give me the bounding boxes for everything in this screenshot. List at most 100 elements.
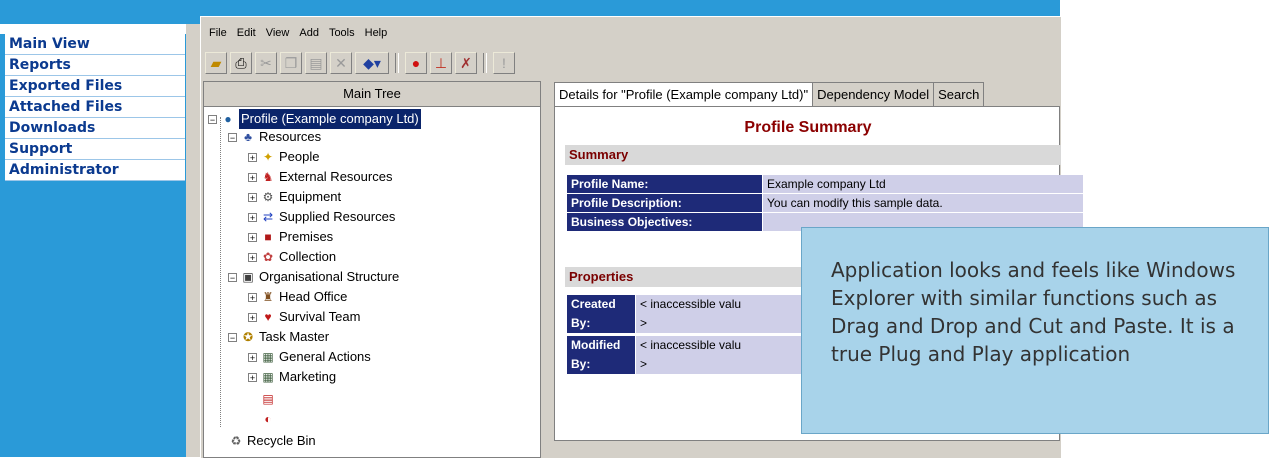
business-objectives-label: Business Objectives:: [567, 213, 763, 232]
tree-node-survival-team[interactable]: + ♥ Survival Team: [248, 307, 360, 327]
tree-node-head-office[interactable]: + ♜ Head Office: [248, 287, 347, 307]
tree-node-recycle-bin[interactable]: ♻ Recycle Bin: [228, 431, 316, 451]
nav-item-exported-files[interactable]: Exported Files: [5, 76, 185, 97]
tree-node-label: Resources: [259, 129, 322, 144]
nav-item-reports[interactable]: Reports: [5, 55, 185, 76]
profile-name-label: Profile Name:: [567, 175, 763, 194]
nav-list: Main View Reports Exported Files Attache…: [5, 34, 185, 181]
calendar-icon: ▤: [262, 392, 274, 406]
tree-node-label: Profile (Example company Ltd): [239, 109, 421, 129]
profile-summary-title: Profile Summary: [744, 119, 872, 136]
tree-node-general-actions[interactable]: + ▦ General Actions: [248, 347, 371, 367]
created-by-label: Created By:: [567, 295, 635, 333]
copy-icon[interactable]: ❐: [280, 52, 302, 74]
tree-node-external-resources[interactable]: + ♞ External Resources: [248, 167, 392, 187]
run-icon[interactable]: ✗: [455, 52, 477, 74]
diamond-dropdown-icon[interactable]: ◆▾: [355, 52, 389, 74]
tree-node-calendar[interactable]: ▤: [260, 389, 276, 409]
tree-node-premises[interactable]: + ■ Premises: [248, 227, 333, 247]
detail-tabs: Details for "Profile (Example company Lt…: [554, 82, 985, 106]
tab-details[interactable]: Details for "Profile (Example company Lt…: [554, 82, 814, 106]
tree-node-alarm[interactable]: ◐: [260, 409, 276, 429]
expand-icon[interactable]: +: [248, 192, 257, 202]
open-folder-icon[interactable]: ▰: [205, 52, 227, 74]
chart-icon[interactable]: ⊥: [430, 52, 452, 74]
tree-node-label: Recycle Bin: [247, 433, 316, 448]
tree-node-label: Premises: [279, 229, 334, 244]
nav-top-bar: [0, 0, 186, 24]
collapse-icon[interactable]: −: [228, 332, 237, 342]
paste-icon[interactable]: ▤: [305, 52, 327, 74]
tree-node-supplied-resources[interactable]: + ⇄ Supplied Resources: [248, 207, 395, 227]
delete-icon[interactable]: ✕: [330, 52, 352, 74]
tab-search[interactable]: Search: [933, 82, 985, 106]
tree-node-resources[interactable]: − ♣ Resources: [228, 127, 321, 147]
feature-callout: Application looks and feels like Windows…: [801, 227, 1269, 434]
tree-node-people[interactable]: + ✦ People: [248, 147, 319, 167]
expand-icon[interactable]: +: [248, 312, 257, 322]
expand-icon[interactable]: +: [248, 252, 257, 262]
nav-item-administrator[interactable]: Administrator: [5, 160, 185, 181]
properties-table: Created By: < inaccessible valu > Modifi…: [567, 295, 815, 376]
summary-table: Profile Name: Example company Ltd Profil…: [567, 175, 1083, 232]
tree-node-label: Task Master: [259, 329, 330, 344]
created-by-value-line1: < inaccessible valu: [640, 297, 742, 311]
print-icon[interactable]: ⎙: [230, 52, 252, 74]
menu-add[interactable]: Add: [297, 27, 321, 47]
expand-icon[interactable]: +: [248, 292, 257, 302]
pane-splitter[interactable]: [542, 81, 550, 458]
table-row: Profile Name: Example company Ltd: [567, 175, 1083, 194]
profile-name-value: Example company Ltd: [763, 175, 1083, 194]
supplied-resources-icon: ⇄: [262, 210, 274, 224]
tree-node-label: External Resources: [279, 169, 393, 184]
task-master-icon: ✪: [242, 330, 254, 344]
modified-by-label: Modified By:: [567, 336, 635, 374]
expand-icon[interactable]: +: [248, 172, 257, 182]
modified-by-value-line2: >: [640, 357, 648, 371]
tree-node-label: General Actions: [279, 349, 371, 364]
menu-bar: File Edit View Add Tools Help: [207, 27, 389, 47]
expand-icon[interactable]: +: [248, 212, 257, 222]
expand-icon[interactable]: +: [248, 352, 257, 362]
collapse-icon[interactable]: −: [208, 114, 217, 124]
cut-icon[interactable]: ✂: [255, 52, 277, 74]
external-resources-icon: ♞: [262, 170, 274, 184]
tab-dependency-model[interactable]: Dependency Model: [812, 82, 935, 106]
tree-node-profile[interactable]: − ● Profile (Example company Ltd): [208, 109, 421, 129]
tree-node-label: Marketing: [279, 369, 337, 384]
created-by-value: < inaccessible valu >: [635, 295, 815, 333]
menu-tools[interactable]: Tools: [327, 27, 357, 47]
nav-item-downloads[interactable]: Downloads: [5, 118, 185, 139]
stop-icon[interactable]: ●: [405, 52, 427, 74]
survival-team-icon: ♥: [264, 310, 272, 324]
head-office-icon: ♜: [262, 290, 274, 304]
tree-node-organisational-structure[interactable]: − ▣ Organisational Structure: [228, 267, 399, 287]
tree-node-equipment[interactable]: + ⚙ Equipment: [248, 187, 341, 207]
exclamation-icon[interactable]: !: [493, 52, 515, 74]
table-row: Profile Description: You can modify this…: [567, 194, 1083, 213]
premises-icon: ■: [264, 230, 272, 244]
tree-node-marketing[interactable]: + ▦ Marketing: [248, 367, 336, 387]
nav-item-attached-files[interactable]: Attached Files: [5, 97, 185, 118]
tree-node-collection[interactable]: + ✿ Collection: [248, 247, 336, 267]
expand-icon[interactable]: +: [248, 372, 257, 382]
menu-edit[interactable]: Edit: [235, 27, 258, 47]
menu-help[interactable]: Help: [363, 27, 390, 47]
nav-item-support[interactable]: Support: [5, 139, 185, 160]
tree-node-label: Head Office: [279, 289, 348, 304]
left-navigation: Main View Reports Exported Files Attache…: [0, 0, 186, 457]
menu-file[interactable]: File: [207, 27, 229, 47]
people-icon: ✦: [262, 150, 274, 164]
expand-icon[interactable]: +: [248, 152, 257, 162]
collapse-icon[interactable]: −: [228, 272, 237, 282]
expand-icon[interactable]: +: [248, 232, 257, 242]
modified-by-value-line1: < inaccessible valu: [640, 338, 742, 352]
tree-node-task-master[interactable]: − ✪ Task Master: [228, 327, 329, 347]
menu-view[interactable]: View: [264, 27, 292, 47]
nav-item-main-view[interactable]: Main View: [5, 34, 185, 55]
profile-description-value: You can modify this sample data.: [763, 194, 1083, 213]
nav-stripe: [0, 24, 186, 34]
recycle-bin-icon: ♻: [230, 434, 242, 448]
collapse-icon[interactable]: −: [228, 132, 237, 142]
toolbar: ▰ ⎙ ✂ ❐ ▤ ✕ ◆▾ ● ⊥ ✗ !: [205, 51, 515, 75]
